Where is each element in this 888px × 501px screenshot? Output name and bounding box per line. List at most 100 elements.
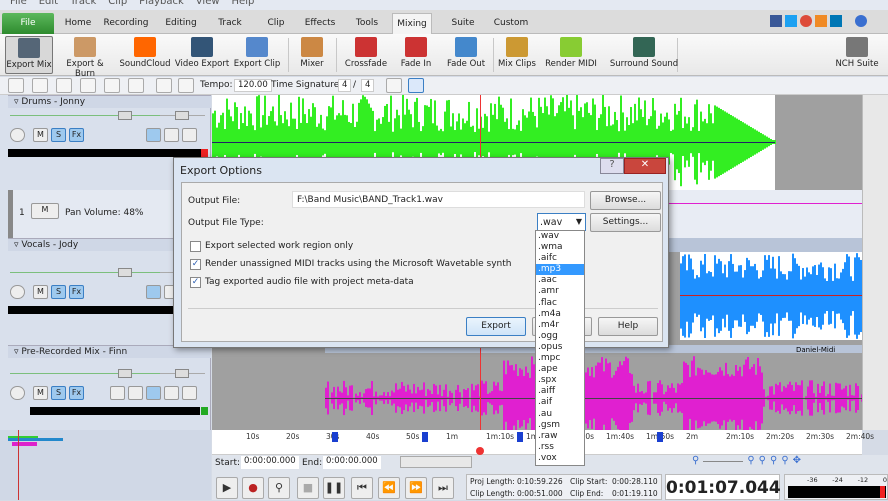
- tab-editing[interactable]: Editing: [158, 13, 204, 34]
- file-type-option[interactable]: .aac: [536, 275, 584, 286]
- add-track-icon[interactable]: [8, 78, 24, 93]
- fade-in-button[interactable]: Fade In: [396, 36, 436, 74]
- end-input[interactable]: 0:00:00.000: [323, 456, 381, 469]
- record-track-icon[interactable]: [32, 78, 48, 93]
- zoom-all-icon[interactable]: ✥: [793, 455, 801, 469]
- stumbleupon-icon[interactable]: [815, 15, 827, 27]
- fade-out-button[interactable]: Fade Out: [443, 36, 489, 74]
- help-button[interactable]: Help: [598, 317, 658, 336]
- go-end-button[interactable]: ⏭: [432, 477, 454, 499]
- tab-track[interactable]: Track: [205, 13, 255, 34]
- crossfade-button[interactable]: Crossfade: [342, 36, 390, 74]
- snap-icon[interactable]: [386, 78, 402, 93]
- marker-flag-icon[interactable]: [422, 432, 428, 442]
- file-type-option[interactable]: .au: [536, 409, 584, 420]
- pan-slider-thumb[interactable]: [175, 111, 189, 120]
- file-type-option[interactable]: .rss: [536, 442, 584, 453]
- align-left-icon[interactable]: [128, 78, 144, 93]
- file-type-option[interactable]: .mp3: [536, 264, 584, 275]
- effects-button[interactable]: Fx: [69, 386, 84, 400]
- stop-button[interactable]: ■: [297, 477, 319, 499]
- mute-button[interactable]: M: [33, 285, 48, 299]
- clip-icon[interactable]: [146, 128, 161, 142]
- record-arm-button[interactable]: [10, 285, 25, 299]
- effects-button[interactable]: Fx: [69, 285, 84, 299]
- zoom-slider[interactable]: [703, 455, 743, 462]
- go-start-button[interactable]: ⏮: [351, 477, 373, 499]
- tab-home[interactable]: Home: [58, 13, 98, 34]
- export-button[interactable]: Export: [466, 317, 526, 336]
- clip-icon[interactable]: [146, 285, 161, 299]
- output-type-select[interactable]: .wav▼: [537, 213, 586, 231]
- mix-clips-button[interactable]: Mix Clips: [498, 36, 536, 74]
- scrub-button[interactable]: ⚲: [268, 477, 290, 499]
- file-type-option[interactable]: .wav: [536, 231, 584, 242]
- soundcloud-button[interactable]: SoundCloud: [118, 36, 172, 74]
- ts-denominator-input[interactable]: 4: [361, 79, 374, 92]
- record-arm-button[interactable]: [10, 128, 25, 142]
- volume-slider-thumb[interactable]: [118, 268, 132, 277]
- mute-button[interactable]: M: [33, 128, 48, 142]
- tab-mixing[interactable]: Mixing: [392, 13, 432, 34]
- twitter-icon[interactable]: [785, 15, 797, 27]
- file-type-option[interactable]: .wma: [536, 242, 584, 253]
- export-clip-button[interactable]: Export Clip: [232, 36, 282, 74]
- marker-flag-icon[interactable]: [517, 432, 523, 442]
- solo-button[interactable]: S: [51, 386, 66, 400]
- fast-forward-button[interactable]: ⏩: [405, 477, 427, 499]
- surround-sound-button[interactable]: Surround Sound: [603, 36, 685, 74]
- volume-slider[interactable]: [10, 373, 160, 374]
- help-title-button[interactable]: ?: [600, 158, 624, 174]
- tab-effects[interactable]: Effects: [298, 13, 342, 34]
- add-clip-icon[interactable]: [56, 78, 72, 93]
- checkbox-label[interactable]: Tag exported audio file with project met…: [205, 277, 414, 287]
- waveform-icon[interactable]: [182, 386, 197, 400]
- tab-suite[interactable]: Suite: [445, 13, 481, 34]
- close-button[interactable]: ✕: [624, 158, 666, 174]
- grid-icon[interactable]: [408, 78, 424, 93]
- tempo-input[interactable]: 120.00: [234, 79, 272, 92]
- checkbox-1[interactable]: ✓: [190, 259, 201, 270]
- track-header-drums[interactable]: ▿ Drums - Jonny: [8, 95, 211, 108]
- facebook-icon[interactable]: [770, 15, 782, 27]
- start-input[interactable]: 0:00:00.000: [241, 456, 299, 469]
- record-arm-button[interactable]: [10, 386, 25, 400]
- zoom-selection-icon[interactable]: ⚲: [770, 455, 777, 469]
- nch-suite-button[interactable]: NCH Suite: [834, 36, 880, 74]
- export-burn-button[interactable]: Export & Burn: [56, 36, 114, 74]
- file-type-option[interactable]: .ape: [536, 364, 584, 375]
- file-type-option[interactable]: .opus: [536, 342, 584, 353]
- linkedin-icon[interactable]: [830, 15, 842, 27]
- export-mix-button[interactable]: Export Mix: [5, 36, 53, 74]
- tab-recording[interactable]: Recording: [100, 13, 152, 34]
- horizontal-scroll-thumb[interactable]: [400, 456, 472, 468]
- checkbox-label[interactable]: Render unassigned MIDI tracks using the …: [205, 259, 511, 269]
- settings-button[interactable]: Settings...: [590, 213, 661, 232]
- browse-button[interactable]: Browse...: [590, 191, 661, 210]
- file-type-option[interactable]: .ogg: [536, 331, 584, 342]
- marker-flag-icon[interactable]: [332, 432, 338, 442]
- tab-clip[interactable]: Clip: [258, 13, 294, 34]
- delete-clip-icon[interactable]: [80, 78, 96, 93]
- play-button[interactable]: ▶: [216, 477, 238, 499]
- tab-tools[interactable]: Tools: [346, 13, 388, 34]
- clip-icon[interactable]: [146, 386, 161, 400]
- volume-slider[interactable]: [10, 272, 160, 273]
- file-type-option[interactable]: .aiff: [536, 386, 584, 397]
- help-icon[interactable]: [855, 15, 867, 27]
- record-button[interactable]: ●: [242, 477, 264, 499]
- file-type-option[interactable]: .mpc: [536, 353, 584, 364]
- marker-flag-icon[interactable]: [657, 432, 663, 442]
- pan-slider-thumb[interactable]: [175, 369, 189, 378]
- midi-input-icon[interactable]: [110, 386, 125, 400]
- solo-button[interactable]: S: [51, 128, 66, 142]
- loop-icon[interactable]: [178, 78, 194, 93]
- file-type-option[interactable]: .m4r: [536, 320, 584, 331]
- zoom-in-icon[interactable]: ⚲: [747, 455, 754, 469]
- vertical-scrollbar[interactable]: [862, 95, 888, 430]
- file-type-option[interactable]: .spx: [536, 375, 584, 386]
- file-type-option[interactable]: .aif: [536, 397, 584, 408]
- rewind-button[interactable]: ⏪: [378, 477, 400, 499]
- file-type-option[interactable]: .raw: [536, 431, 584, 442]
- volume-slider[interactable]: [10, 115, 160, 116]
